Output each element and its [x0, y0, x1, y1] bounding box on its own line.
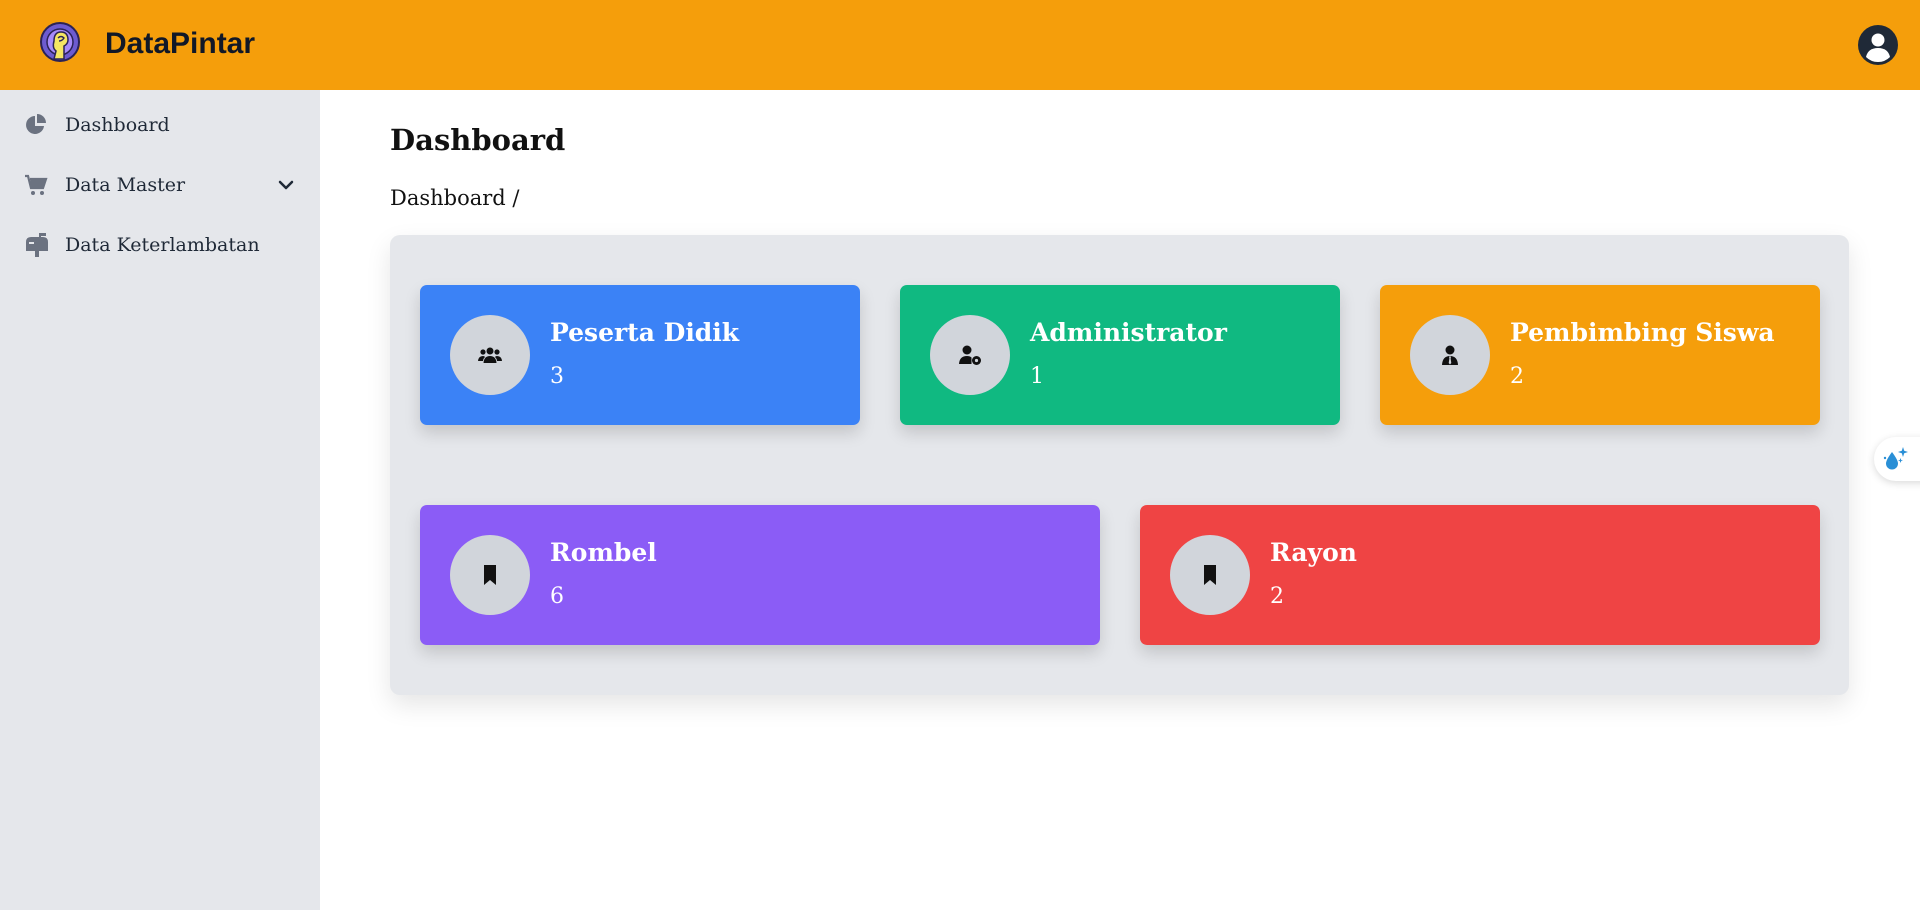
card-rayon[interactable]: Rayon 2 [1140, 505, 1820, 645]
cart-icon [24, 173, 50, 197]
card-title: Pembimbing Siswa [1510, 318, 1775, 347]
brand-name[interactable]: DataPintar [105, 24, 255, 64]
card-icon-circle [450, 535, 530, 615]
sidebar-item-label: Data Master [65, 174, 186, 196]
bookmark-icon [484, 565, 496, 585]
card-icon-circle [930, 315, 1010, 395]
sidebar-item-data-keterlambatan[interactable]: Data Keterlambatan [0, 223, 320, 267]
card-value: 3 [550, 364, 564, 389]
page-title: Dashboard [390, 123, 566, 157]
card-value: 2 [1270, 584, 1284, 609]
sidebar-item-label: Dashboard [65, 114, 170, 136]
card-title: Peserta Didik [550, 318, 740, 347]
sidebar-item-dashboard[interactable]: Dashboard [0, 103, 320, 147]
users-icon [478, 347, 502, 363]
bookmark-icon [1204, 565, 1216, 585]
card-title: Rombel [550, 538, 657, 567]
card-value: 6 [550, 584, 564, 609]
card-icon-circle [450, 315, 530, 395]
brain-head-icon[interactable] [38, 21, 82, 69]
droplet-sparkle-icon [1883, 447, 1908, 470]
chevron-down-icon[interactable] [276, 175, 296, 195]
card-icon-circle [1410, 315, 1490, 395]
card-rombel[interactable]: Rombel 6 [420, 505, 1100, 645]
card-title: Rayon [1270, 538, 1357, 567]
user-tie-icon [1442, 345, 1458, 365]
user-circle-icon[interactable] [1858, 25, 1898, 65]
sidebar-item-data-master[interactable]: Data Master [0, 163, 320, 207]
card-title: Administrator [1030, 318, 1227, 347]
card-pembimbing-siswa[interactable]: Pembimbing Siswa 2 [1380, 285, 1820, 425]
sidebar: Dashboard Data Master Data Keterlambatan [0, 90, 320, 910]
card-peserta-didik[interactable]: Peserta Didik 3 [420, 285, 860, 425]
pie-chart-icon [24, 113, 50, 137]
card-value: 1 [1030, 364, 1044, 389]
card-icon-circle [1170, 535, 1250, 615]
card-administrator[interactable]: Administrator 1 [900, 285, 1340, 425]
breadcrumb[interactable]: Dashboard / [390, 184, 520, 212]
sidebar-item-label: Data Keterlambatan [65, 234, 260, 256]
floating-helper-button[interactable] [1874, 437, 1920, 481]
card-value: 2 [1510, 364, 1524, 389]
top-header: DataPintar [0, 0, 1920, 90]
stats-panel: Peserta Didik 3 Administrator 1 Pembimbi… [390, 235, 1849, 695]
mailbox-icon [24, 233, 50, 257]
user-gear-icon [959, 345, 981, 365]
